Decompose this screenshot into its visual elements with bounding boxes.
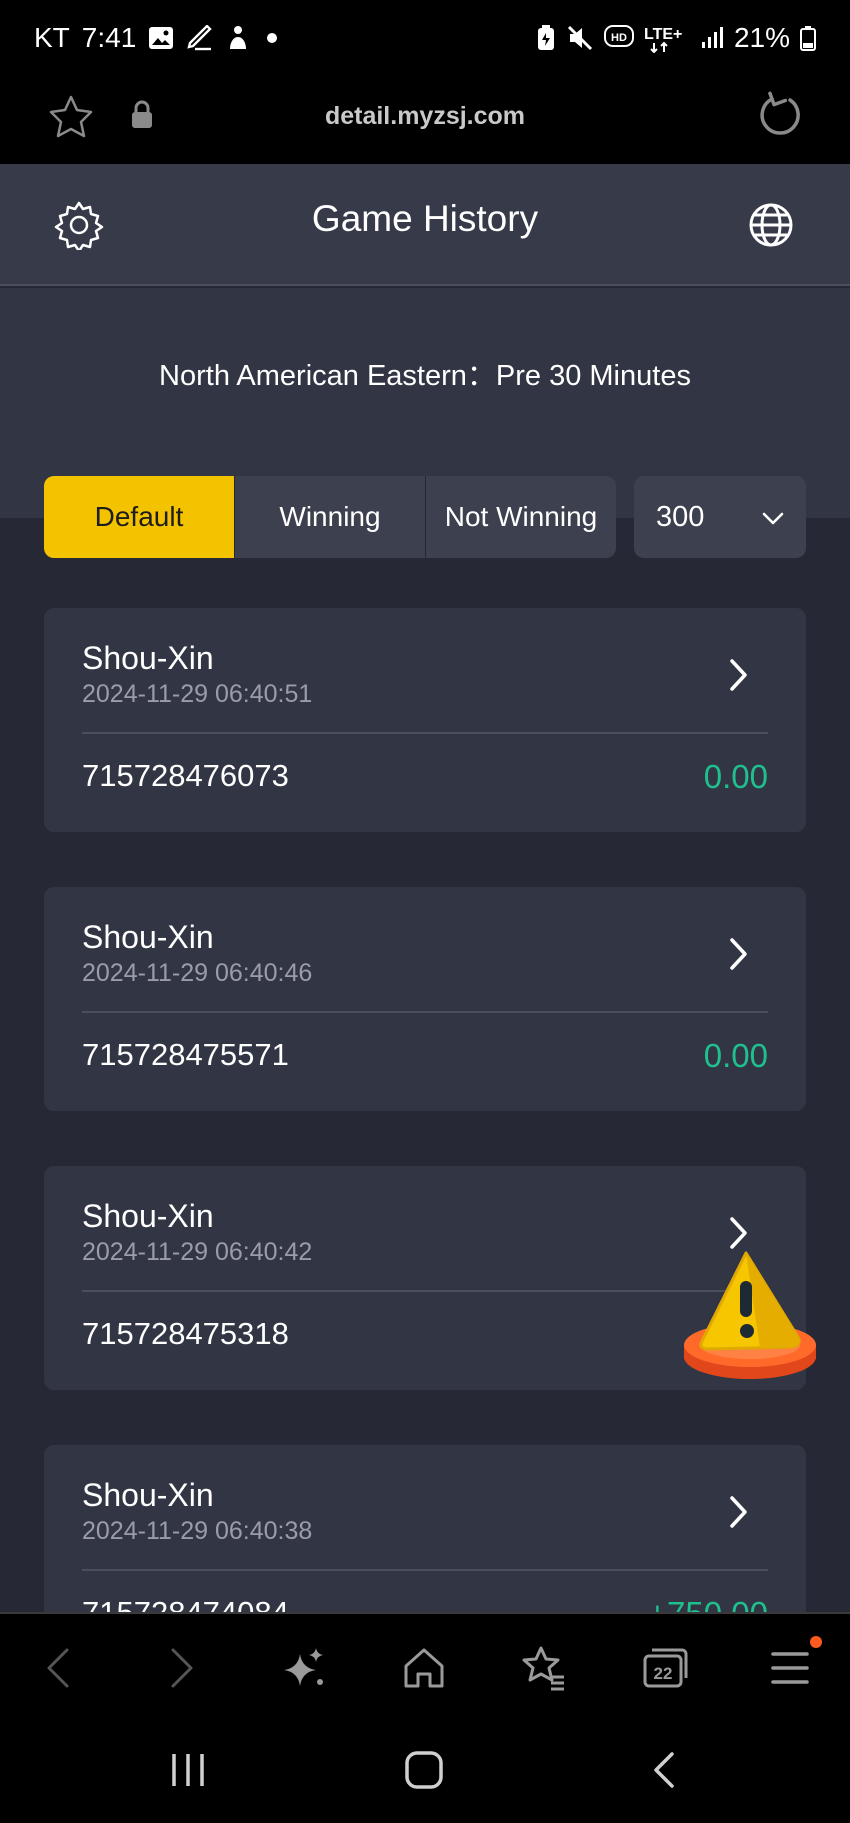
back-arrow-icon[interactable]	[34, 1644, 82, 1692]
signal-strength-icon	[700, 26, 724, 50]
network-type-icon: LTE+	[644, 23, 690, 53]
divider	[82, 1290, 768, 1292]
record-game-name: Shou-Xin	[82, 1198, 214, 1234]
bookmarks-icon[interactable]	[520, 1644, 568, 1692]
chevron-right-icon[interactable]	[728, 937, 750, 976]
system-back-icon[interactable]	[648, 1750, 678, 1795]
language-globe-icon[interactable]	[748, 202, 794, 253]
gallery-icon	[148, 26, 174, 50]
record-game-name: Shou-Xin	[82, 640, 214, 676]
forward-arrow-icon[interactable]	[158, 1644, 206, 1692]
browser-address-bar: detail.myzsj.com	[0, 76, 850, 164]
menu-hamburger-icon[interactable]	[766, 1644, 814, 1692]
record-count-select[interactable]: 300	[634, 476, 806, 558]
record-id: 715728475571	[82, 1037, 289, 1072]
record-amount: 0.00	[703, 1037, 768, 1074]
record-game-name: Shou-Xin	[82, 919, 214, 955]
chevron-right-icon[interactable]	[728, 1495, 750, 1534]
svg-text:HD: HD	[611, 32, 627, 44]
floating-warning-icon[interactable]	[680, 1245, 820, 1395]
record-id: 715728476073	[82, 758, 289, 793]
timezone-label: North American Eastern：Pre 30 Minutes	[159, 360, 691, 392]
filter-tab-winning[interactable]: Winning	[235, 476, 426, 558]
clock: 7:41	[81, 22, 137, 53]
status-bar: KT 7:41 HD LTE+ 21%	[0, 0, 850, 76]
chevron-down-icon	[762, 501, 784, 534]
battery-icon	[800, 25, 816, 51]
reload-icon[interactable]	[754, 90, 804, 145]
record-time: 2024-11-29 06:40:46	[82, 959, 313, 987]
record-id: 715728475318	[82, 1316, 289, 1351]
app-notification-icon	[226, 25, 250, 51]
record-game-name: Shou-Xin	[82, 1477, 214, 1513]
recent-apps-icon[interactable]	[168, 1750, 208, 1795]
sparkle-ai-icon[interactable]	[280, 1644, 328, 1692]
carrier-label: KT	[34, 22, 70, 53]
record-time: 2024-11-29 06:40:38	[82, 1517, 313, 1545]
history-record-card[interactable]: Shou-Xin 2024-11-29 06:40:38 71572847408…	[44, 1445, 806, 1612]
filter-tab-default[interactable]: Default	[44, 476, 235, 558]
mute-icon	[566, 24, 594, 52]
more-notifications-dot-icon	[262, 28, 282, 48]
page-title: Game History	[311, 198, 539, 239]
browser-toolbar: 22	[0, 1612, 850, 1718]
history-record-card[interactable]: Shou-Xin 2024-11-29 06:40:46 71572847557…	[44, 887, 806, 1111]
menu-notification-dot	[810, 1636, 822, 1648]
url-text[interactable]: detail.myzsj.com	[0, 102, 850, 131]
divider	[82, 1011, 768, 1013]
svg-text:22: 22	[654, 1664, 673, 1683]
svg-text:LTE+: LTE+	[644, 26, 682, 43]
record-amount: 0.00	[703, 758, 768, 795]
record-count-value: 300	[656, 500, 705, 533]
history-record-card[interactable]: Shou-Xin 2024-11-29 06:40:51 71572847607…	[44, 608, 806, 832]
battery-saver-icon	[536, 24, 556, 52]
filter-tab-not-winning[interactable]: Not Winning	[426, 476, 616, 558]
record-time: 2024-11-29 06:40:51	[82, 680, 313, 708]
page-header: Game History	[0, 164, 850, 286]
filter-bar: Default Winning Not Winning 300	[44, 476, 806, 558]
record-time: 2024-11-29 06:40:42	[82, 1238, 313, 1266]
record-amount: +750.00	[648, 1595, 768, 1612]
record-id: 715728474084	[82, 1595, 289, 1612]
hd-voice-icon: HD	[603, 25, 634, 51]
divider	[82, 1569, 768, 1571]
battery-percent: 21%	[733, 22, 790, 53]
system-navigation-bar	[0, 1718, 850, 1823]
home-icon[interactable]	[400, 1644, 448, 1692]
tabs-icon[interactable]: 22	[642, 1644, 690, 1692]
chevron-right-icon[interactable]	[728, 658, 750, 697]
divider	[82, 732, 768, 734]
result-filter-tabs: Default Winning Not Winning	[44, 476, 616, 558]
home-button-icon[interactable]	[404, 1750, 444, 1795]
pen-icon	[186, 25, 214, 51]
